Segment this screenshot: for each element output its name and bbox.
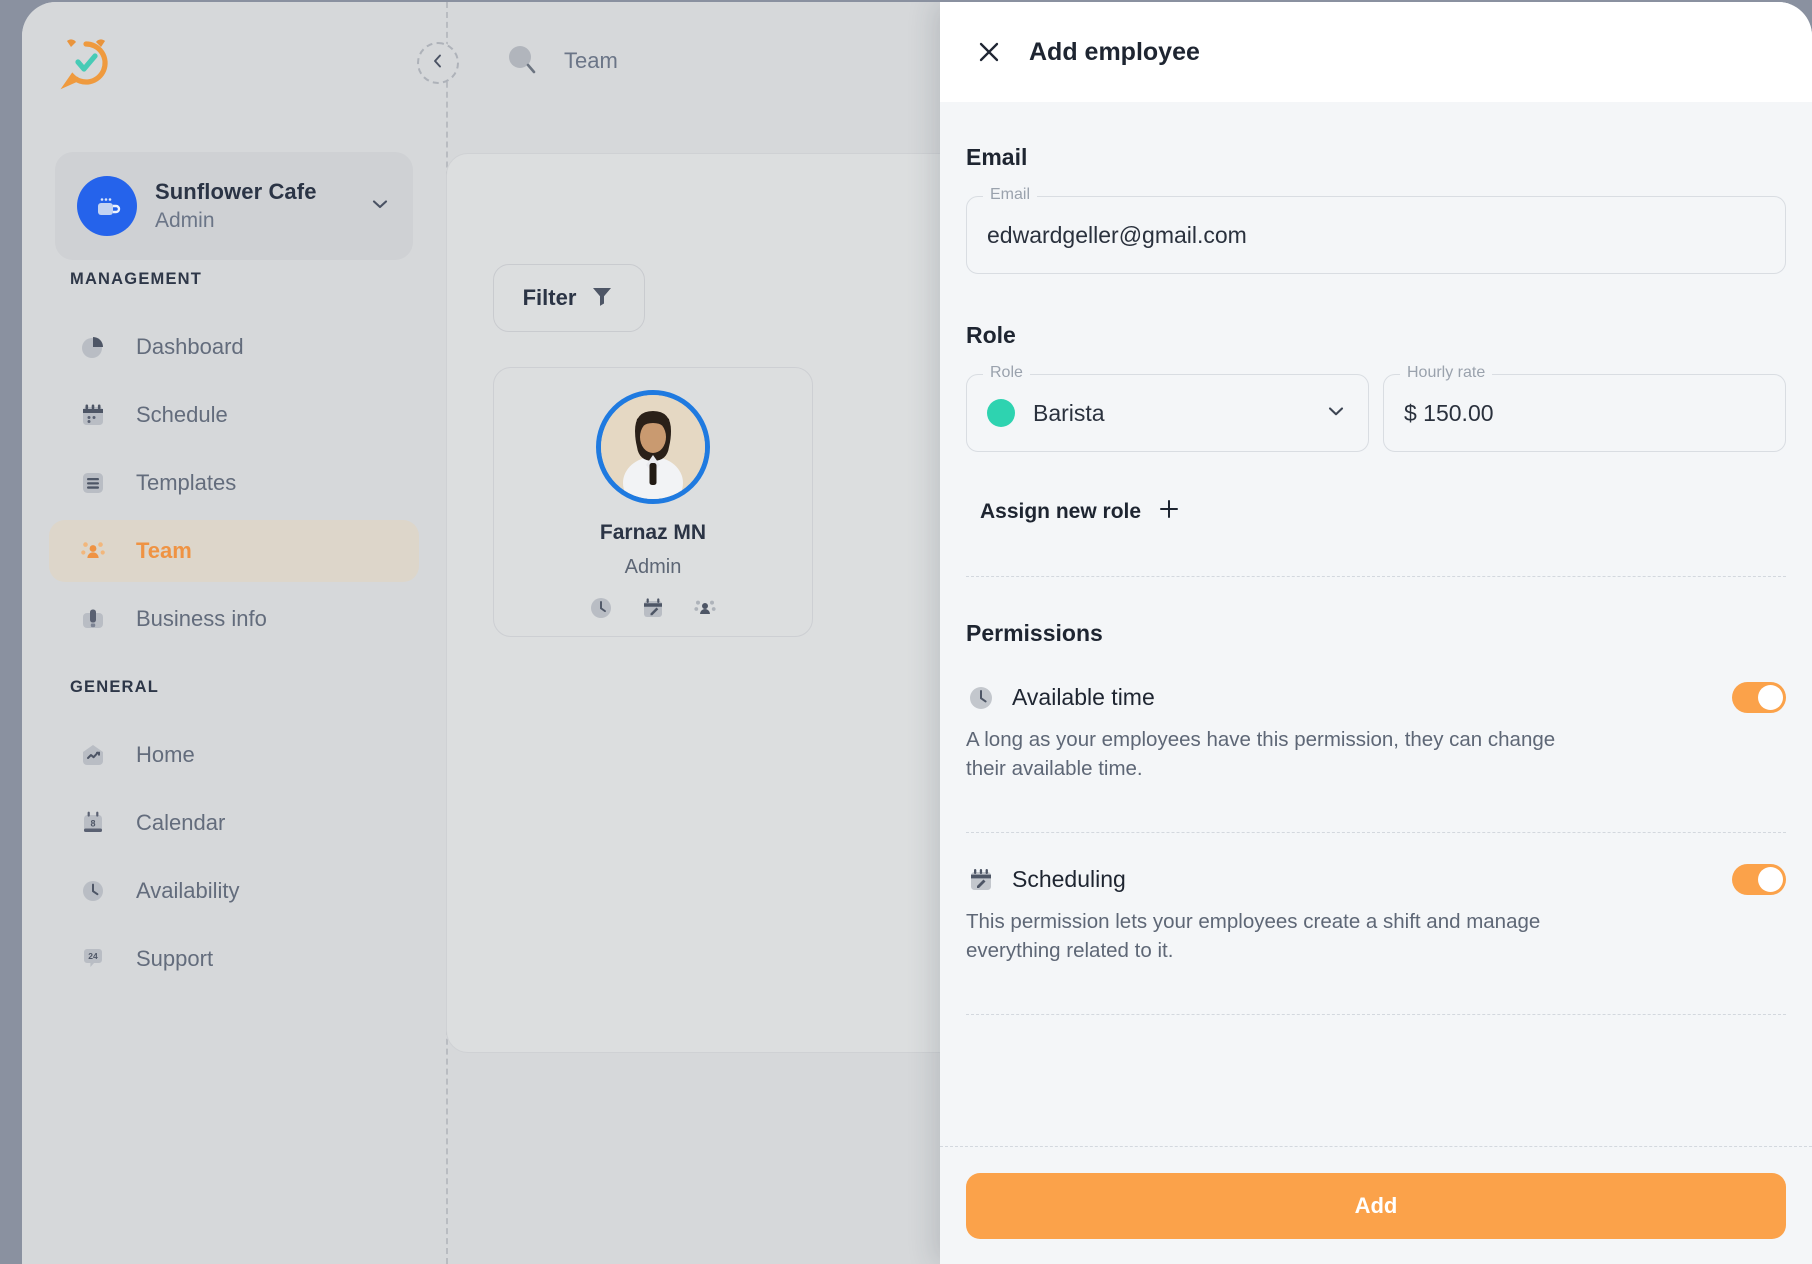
- plus-icon: [1157, 497, 1181, 526]
- email-field-value: edwardgeller@gmail.com: [987, 222, 1247, 249]
- sidebar-label: Support: [136, 946, 213, 972]
- sidebar-label: Schedule: [136, 402, 228, 428]
- permission-toggle-scheduling[interactable]: [1732, 864, 1786, 895]
- employee-actions: [588, 595, 718, 621]
- sidebar-collapse-button[interactable]: [417, 42, 459, 84]
- app-logo[interactable]: [58, 35, 114, 91]
- org-switcher[interactable]: Sunflower Cafe Admin: [55, 152, 413, 260]
- clock-icon: [966, 683, 996, 713]
- avatar: [596, 390, 710, 504]
- permission-available-time: Available time A long as your employees …: [966, 682, 1786, 783]
- email-field-legend: Email: [983, 186, 1037, 204]
- org-role: Admin: [155, 209, 369, 233]
- trend-home-icon: [76, 738, 110, 772]
- permissions-section-heading: Permissions: [966, 620, 1103, 647]
- rate-field-legend: Hourly rate: [1400, 364, 1492, 382]
- toggle-knob: [1758, 867, 1783, 892]
- chevron-down-icon: [1324, 399, 1348, 428]
- sidebar-label: Team: [136, 538, 192, 564]
- chevron-down-icon: [369, 193, 391, 220]
- sidebar-item-home[interactable]: Home: [49, 724, 419, 786]
- sidebar-item-availability[interactable]: Availability: [49, 860, 419, 922]
- clock-icon[interactable]: [588, 595, 614, 621]
- permission-toggle-available-time[interactable]: [1732, 682, 1786, 713]
- breadcrumb: Team: [504, 42, 618, 80]
- svg-text:8: 8: [90, 819, 95, 829]
- add-button[interactable]: Add: [966, 1173, 1786, 1239]
- sidebar: Sunflower Cafe Admin MANAGEMENT Dashboar…: [22, 2, 446, 1264]
- sidebar-item-schedule[interactable]: Schedule: [49, 384, 419, 446]
- calendar-8-icon: 8: [76, 806, 110, 840]
- nav-section-general: GENERAL: [70, 678, 159, 697]
- sidebar-label: Dashboard: [136, 334, 244, 360]
- permission-scheduling: Scheduling This permission lets your emp…: [966, 864, 1786, 965]
- modal-body: Email Email edwardgeller@gmail.com Role …: [940, 102, 1812, 1146]
- org-name: Sunflower Cafe: [155, 179, 369, 205]
- email-section-heading: Email: [966, 144, 1027, 171]
- permission-label: Scheduling: [1012, 866, 1732, 893]
- sidebar-item-templates[interactable]: Templates: [49, 452, 419, 514]
- calendar-icon: [76, 398, 110, 432]
- permission-divider: [966, 832, 1786, 833]
- sidebar-label: Templates: [136, 470, 236, 496]
- nav-section-management: MANAGEMENT: [70, 270, 202, 289]
- permission-description: This permission lets your employees crea…: [966, 907, 1586, 965]
- add-employee-modal: Add employee Email Email edwardgeller@gm…: [940, 2, 1812, 1264]
- assign-new-role-button[interactable]: Assign new role: [980, 497, 1181, 526]
- employee-card[interactable]: Farnaz MN Admin: [493, 367, 813, 637]
- modal-footer: Add: [940, 1146, 1812, 1264]
- sidebar-label: Home: [136, 742, 195, 768]
- sidebar-label: Business info: [136, 606, 267, 632]
- toggle-knob: [1758, 685, 1783, 710]
- section-divider: [966, 576, 1786, 577]
- sidebar-item-team[interactable]: Team: [49, 520, 419, 582]
- rate-field-value: $ 150.00: [1404, 400, 1494, 427]
- app-window: Sunflower Cafe Admin MANAGEMENT Dashboar…: [22, 2, 1812, 1264]
- role-section-heading: Role: [966, 322, 1016, 349]
- sidebar-item-dashboard[interactable]: Dashboard: [49, 316, 419, 378]
- employee-role: Admin: [625, 556, 682, 579]
- assign-new-role-label: Assign new role: [980, 500, 1141, 524]
- sidebar-label: Calendar: [136, 810, 225, 836]
- list-doc-icon: [76, 466, 110, 500]
- modal-header: Add employee: [940, 2, 1812, 102]
- pie-chart-icon: [76, 330, 110, 364]
- sidebar-label: Availability: [136, 878, 240, 904]
- role-color-dot: [987, 399, 1015, 427]
- role-select[interactable]: Role Barista: [966, 374, 1369, 452]
- filter-button[interactable]: Filter: [493, 264, 645, 332]
- filter-label: Filter: [523, 285, 577, 311]
- close-icon[interactable]: [966, 29, 1012, 75]
- funnel-icon: [589, 283, 615, 314]
- calendar-edit-icon: [966, 865, 996, 895]
- sidebar-item-calendar[interactable]: 8 Calendar: [49, 792, 419, 854]
- coffee-cup-icon: [91, 190, 123, 222]
- team-icon: [76, 534, 110, 568]
- page-title: Team: [564, 48, 618, 74]
- calendar-edit-icon[interactable]: [640, 595, 666, 621]
- permission-description: A long as your employees have this permi…: [966, 725, 1586, 783]
- team-icon[interactable]: [692, 595, 718, 621]
- org-avatar: [77, 176, 137, 236]
- role-field-legend: Role: [983, 364, 1030, 382]
- sidebar-item-business-info[interactable]: Business info: [49, 588, 419, 650]
- modal-title: Add employee: [1029, 38, 1200, 67]
- clock-icon: [76, 874, 110, 908]
- sidebar-item-support[interactable]: 24 Support: [49, 928, 419, 990]
- hourly-rate-field[interactable]: Hourly rate $ 150.00: [1383, 374, 1786, 452]
- svg-text:24: 24: [88, 951, 98, 961]
- chevron-left-icon: [429, 52, 447, 75]
- support-24-icon: 24: [76, 942, 110, 976]
- email-field[interactable]: Email edwardgeller@gmail.com: [966, 196, 1786, 274]
- employee-name: Farnaz MN: [600, 521, 706, 545]
- permission-divider-bottom: [966, 1014, 1786, 1015]
- permission-label: Available time: [1012, 684, 1732, 711]
- role-value: Barista: [1033, 400, 1324, 427]
- search-icon[interactable]: [504, 42, 542, 80]
- briefcase-icon: [76, 602, 110, 636]
